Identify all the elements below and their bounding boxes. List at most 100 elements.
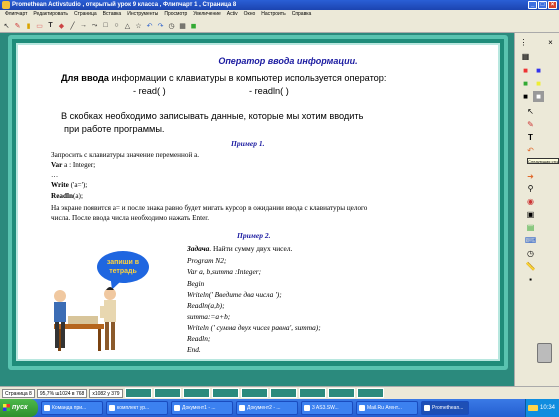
- pen-tool-icon[interactable]: ✎: [525, 119, 536, 130]
- start-button[interactable]: пуск: [0, 399, 38, 417]
- highlighter-icon[interactable]: ▮: [24, 21, 33, 30]
- color-green-icon[interactable]: ■: [520, 78, 531, 89]
- app-icon: [2, 1, 10, 9]
- menu-item[interactable]: Activ: [224, 10, 241, 19]
- text-tool-icon[interactable]: T: [525, 132, 536, 143]
- taskbar-item[interactable]: Документ2 - ...: [236, 401, 298, 415]
- pointer-tool-icon[interactable]: ↖: [525, 106, 536, 117]
- code-line: Writeln (' сумма двух чисел равна', summ…: [187, 323, 321, 332]
- tray-icons[interactable]: [527, 405, 538, 411]
- menu-item[interactable]: Просмотр: [161, 10, 190, 19]
- menu-item[interactable]: Страница: [71, 10, 100, 19]
- code-line: Readln;: [187, 334, 211, 343]
- intro-bold: Для ввода: [61, 73, 109, 83]
- fill-icon[interactable]: ◆: [57, 21, 66, 30]
- palette-icon[interactable]: ◼: [189, 21, 198, 30]
- teacher-student-illustration: [54, 287, 116, 351]
- taskbar-item[interactable]: Команда при...: [41, 401, 103, 415]
- undo-icon[interactable]: ↶: [145, 21, 154, 30]
- example1-line: числа. После ввода числа необходимо нажа…: [51, 214, 210, 222]
- keyword-var: Var: [51, 161, 63, 169]
- taskbar-item[interactable]: комплект ур...: [106, 401, 168, 415]
- keyword-write: Write: [51, 181, 69, 189]
- window-icon: [44, 405, 50, 411]
- undo-tool-icon[interactable]: ↶: [525, 145, 536, 156]
- clock-icon[interactable]: ◷: [167, 21, 176, 30]
- menu-item[interactable]: Увеличение: [190, 10, 224, 19]
- code-line: summa:=a+b;: [187, 312, 231, 321]
- page-thumbnail[interactable]: [153, 388, 181, 398]
- save-icon[interactable]: ▪: [525, 274, 536, 285]
- example2-title: Пример 2.: [237, 231, 271, 240]
- menu-bar: Флипчарт Редактировать Страница Вставка …: [0, 10, 559, 19]
- menu-item[interactable]: Инструменты: [124, 10, 161, 19]
- trash-icon[interactable]: [537, 343, 552, 363]
- page-thumbnail[interactable]: [298, 388, 326, 398]
- page-thumbnail[interactable]: [327, 388, 355, 398]
- grid-icon[interactable]: ▦: [178, 21, 187, 30]
- readln-args: (a);: [72, 192, 83, 200]
- example1-line: Запросить с клавиатуры значение переменн…: [51, 151, 200, 159]
- color-blue-icon[interactable]: ■: [533, 65, 544, 76]
- note-line-1: В скобках необходимо записывать данные, …: [61, 111, 364, 121]
- window-titlebar: Promethean Activstudio , открытый урок 9…: [0, 0, 559, 10]
- menu-item[interactable]: Окно: [241, 10, 259, 19]
- pen-icon[interactable]: ✎: [13, 21, 22, 30]
- var-decl: a : Integer;: [64, 161, 96, 169]
- maximize-button[interactable]: □: [538, 1, 547, 9]
- star-icon[interactable]: ☆: [134, 21, 143, 30]
- panel-close-icon[interactable]: ×: [545, 37, 556, 48]
- taskbar-item[interactable]: Документ1 - ...: [171, 401, 233, 415]
- example1-line: Var a : Integer;: [51, 161, 95, 169]
- windows-logo-icon: [3, 404, 10, 411]
- minimize-button[interactable]: _: [528, 1, 537, 9]
- menu-item[interactable]: Настроить: [258, 10, 288, 19]
- write-args: ('a=');: [70, 181, 88, 189]
- zoom-icon[interactable]: ⚲: [525, 183, 536, 194]
- color-yellow-icon[interactable]: ■: [533, 78, 544, 89]
- triangle-icon[interactable]: △: [123, 21, 132, 30]
- close-button[interactable]: ×: [548, 1, 557, 9]
- page-thumbnail[interactable]: [240, 388, 268, 398]
- window-title: Promethean Activstudio , открытый урок 9…: [12, 2, 237, 8]
- circle-icon[interactable]: ○: [112, 21, 121, 30]
- menu-item[interactable]: Вставка: [100, 10, 125, 19]
- arrow-icon[interactable]: →: [79, 21, 88, 30]
- color-red-icon[interactable]: ■: [520, 65, 531, 76]
- eraser-icon[interactable]: ▭: [35, 21, 44, 30]
- slide-title: Оператор ввода информации.: [218, 56, 358, 66]
- word-icon: [239, 405, 245, 411]
- code-line: Begin: [187, 279, 205, 288]
- next-page-icon[interactable]: ➜: [525, 171, 536, 182]
- camera-icon[interactable]: ▣: [525, 209, 536, 220]
- page-thumbnail[interactable]: [211, 388, 239, 398]
- spotlight-icon[interactable]: ◉: [525, 196, 536, 207]
- taskbar-item[interactable]: Mail.Ru Агент...: [356, 401, 418, 415]
- code-line: Writeln(' Введите два числа ');: [187, 290, 282, 299]
- menu-item[interactable]: Флипчарт: [2, 10, 30, 19]
- color-white-icon[interactable]: ■: [533, 91, 544, 102]
- palette-swatch-icon[interactable]: ▦: [520, 51, 531, 62]
- page-thumbnail[interactable]: [182, 388, 210, 398]
- ruler-icon[interactable]: 📏: [525, 261, 536, 272]
- taskbar-item[interactable]: Promethean...: [421, 401, 469, 415]
- page-thumbnail[interactable]: [124, 388, 152, 398]
- redo-icon[interactable]: ↷: [156, 21, 165, 30]
- clock-tool-icon[interactable]: ◷: [525, 248, 536, 259]
- tools-panel: ⋮ × ▦ ■ ■ ■ ■ ■ ■ ↖ ✎ T ↶ ➜ ⚲ ◉ ▣ ▤ ⌨ ◷ …: [514, 33, 559, 386]
- menu-item[interactable]: Редактировать: [30, 10, 71, 19]
- page-thumbnail[interactable]: [269, 388, 297, 398]
- status-page: Страница 8: [2, 388, 35, 398]
- connector-icon[interactable]: ⤳: [90, 21, 99, 30]
- taskbar-item[interactable]: 3 AS3.SW...: [301, 401, 353, 415]
- page-thumbnail[interactable]: [356, 388, 384, 398]
- reveal-icon[interactable]: ▤: [525, 222, 536, 233]
- line-icon[interactable]: ╱: [68, 21, 77, 30]
- text-icon[interactable]: T: [46, 21, 55, 30]
- rectangle-icon[interactable]: □: [101, 21, 110, 30]
- color-black-icon[interactable]: ■: [520, 91, 531, 102]
- menu-item[interactable]: Справка: [289, 10, 315, 19]
- panel-grip-icon: ⋮: [519, 38, 528, 47]
- pointer-icon[interactable]: ↖: [2, 21, 11, 30]
- keyboard-icon[interactable]: ⌨: [525, 235, 537, 246]
